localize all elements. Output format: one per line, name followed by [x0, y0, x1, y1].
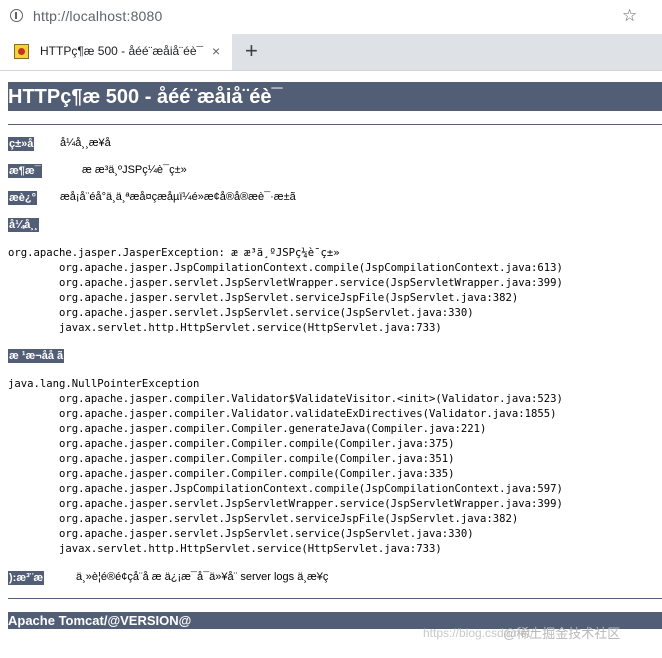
- type-label: ç±»å: [8, 137, 35, 151]
- tab-strip: HTTPç¶æ 500 - åéé¨æåiå¨éè¯ × +: [0, 34, 662, 70]
- divider: [8, 124, 662, 125]
- new-tab-button[interactable]: +: [245, 37, 258, 65]
- url-text[interactable]: http://localhost:8080: [33, 8, 163, 24]
- description-value: æå¡å¨éå°ä¸ä¸ªæå¤çæåµï¼é»æ­¢å®å®æè¯·æ±ã: [60, 191, 296, 203]
- root-cause-stack-trace: java.lang.NullPointerException org.apach…: [8, 378, 563, 555]
- watermark-logo: @稀土掘金技术社区: [503, 626, 621, 641]
- exception-label: å¼å¸¸: [8, 218, 39, 232]
- footer-divider: [8, 598, 662, 599]
- browser-chrome: http://localhost:8080 ☆ HTTPç¶æ 500 - åé…: [0, 0, 662, 71]
- tab-close-icon[interactable]: ×: [212, 42, 220, 60]
- message-label: æ¶æ¯: [8, 164, 42, 178]
- type-value: å¼å¸¸æ¥å: [60, 137, 111, 149]
- note-label: ):æ³¨æ: [8, 571, 45, 585]
- note-value: ä¸»è¦é®é¢çå¨å æ ä¿¡æ¯å¯ä»¥å¨ server logs…: [76, 571, 329, 583]
- address-bar[interactable]: http://localhost:8080 ☆: [0, 0, 662, 34]
- exception-stack-trace: org.apache.jasper.JasperException: æ æ³ä…: [8, 247, 563, 334]
- page-title: HTTPç¶æ 500 - åéé¨æåiå¨éè¯: [8, 82, 662, 111]
- star-bookmark-icon[interactable]: ☆: [622, 6, 637, 26]
- root-cause-label: æ ¹æ¬åå ã: [8, 349, 65, 363]
- browser-tab[interactable]: HTTPç¶æ 500 - åéé¨æåiå¨éè¯ ×: [0, 34, 232, 70]
- info-icon[interactable]: [10, 9, 23, 22]
- tomcat-favicon-icon: [14, 44, 29, 59]
- tab-title: HTTPç¶æ 500 - åéé¨æåiå¨éè¯: [40, 44, 204, 58]
- description-label: æè¿°: [8, 191, 38, 205]
- message-value: æ æ³ä¸ºJSPç¼è¯ç±»: [82, 164, 187, 176]
